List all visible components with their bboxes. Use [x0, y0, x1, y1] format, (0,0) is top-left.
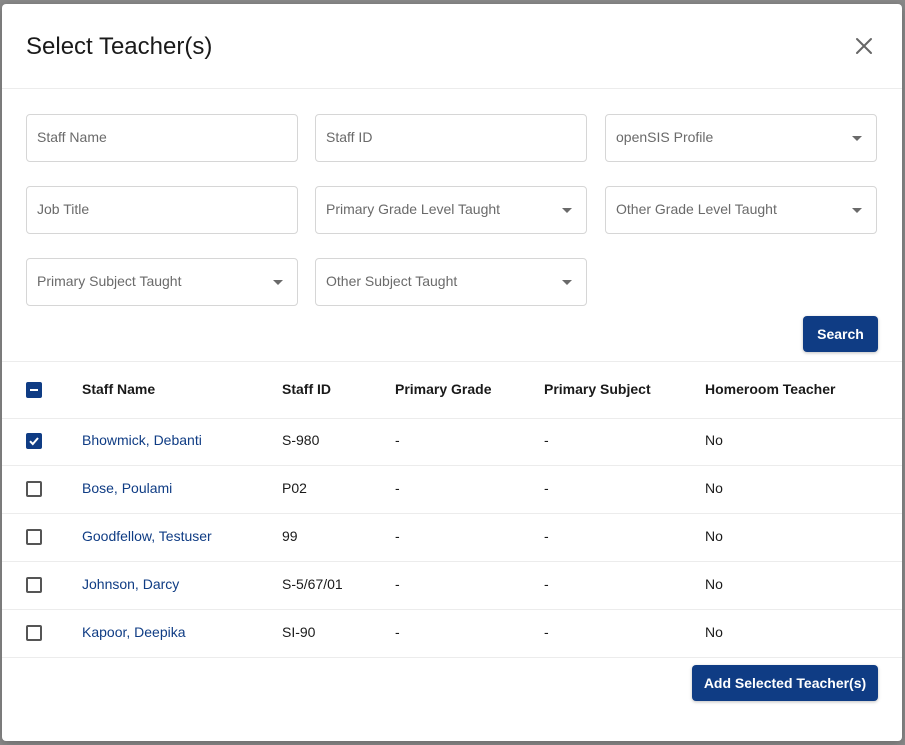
primary-subject-cell: - [544, 624, 549, 640]
primary-grade-cell: - [395, 576, 400, 592]
table-row: Goodfellow, Testuser 99 - - No [2, 513, 902, 562]
job-title-input[interactable]: Job Title [26, 186, 298, 234]
primary-grade-cell: - [395, 432, 400, 448]
primary-subject-cell: - [544, 528, 549, 544]
other-grade-select[interactable]: Other Grade Level Taught [605, 186, 877, 234]
select-teacher-dialog: Select Teacher(s) Staff Name Staff ID op… [2, 4, 902, 741]
homeroom-cell: No [705, 624, 723, 640]
staff-name-link[interactable]: Kapoor, Deepika [82, 624, 186, 640]
staff-name-input[interactable]: Staff Name [26, 114, 298, 162]
search-button[interactable]: Search [803, 316, 878, 352]
column-header-primary-subject[interactable]: Primary Subject [544, 381, 651, 397]
primary-grade-cell: - [395, 624, 400, 640]
row-checkbox[interactable] [26, 529, 42, 545]
other-subject-select[interactable]: Other Subject Taught [315, 258, 587, 306]
staff-name-link[interactable]: Bhowmick, Debanti [82, 432, 202, 448]
job-title-placeholder: Job Title [37, 201, 90, 217]
primary-subject-cell: - [544, 480, 549, 496]
row-checkbox[interactable] [26, 577, 42, 593]
primary-grade-cell: - [395, 480, 400, 496]
staff-id-cell: SI-90 [282, 624, 316, 640]
staff-name-placeholder: Staff Name [37, 129, 107, 145]
add-selected-teachers-button[interactable]: Add Selected Teacher(s) [692, 665, 878, 701]
dropdown-arrow-icon [852, 136, 862, 141]
primary-subject-placeholder: Primary Subject Taught [37, 273, 182, 289]
primary-subject-cell: - [544, 576, 549, 592]
primary-grade-cell: - [395, 528, 400, 544]
dropdown-arrow-icon [273, 280, 283, 285]
dialog-title: Select Teacher(s) [26, 33, 213, 60]
primary-subject-cell: - [544, 432, 549, 448]
other-grade-placeholder: Other Grade Level Taught [616, 201, 777, 217]
row-checkbox[interactable] [26, 625, 42, 641]
checkmark-icon [29, 437, 39, 446]
primary-subject-select[interactable]: Primary Subject Taught [26, 258, 298, 306]
staff-id-cell: P02 [282, 480, 307, 496]
minus-icon [30, 389, 38, 391]
primary-grade-placeholder: Primary Grade Level Taught [326, 201, 501, 217]
staff-name-link[interactable]: Johnson, Darcy [82, 576, 179, 592]
staff-id-input[interactable]: Staff ID [315, 114, 587, 162]
table-row: Bhowmick, Debanti S-980 - - No [2, 417, 902, 466]
staff-name-link[interactable]: Goodfellow, Testuser [82, 528, 212, 544]
dialog-header: Select Teacher(s) [2, 4, 902, 89]
dropdown-arrow-icon [562, 280, 572, 285]
row-checkbox[interactable] [26, 481, 42, 497]
homeroom-cell: No [705, 528, 723, 544]
column-header-staff-name[interactable]: Staff Name [82, 381, 155, 397]
table-row: Kapoor, Deepika SI-90 - - No [2, 609, 902, 658]
table-row: Bose, Poulami P02 - - No [2, 465, 902, 514]
staff-id-cell: S-980 [282, 432, 320, 448]
dropdown-arrow-icon [562, 208, 572, 213]
opensis-profile-select[interactable]: openSIS Profile [605, 114, 877, 162]
staff-id-placeholder: Staff ID [326, 129, 373, 145]
close-icon [856, 38, 872, 54]
column-header-primary-grade[interactable]: Primary Grade [395, 381, 492, 397]
other-subject-placeholder: Other Subject Taught [326, 273, 458, 289]
table-row: Johnson, Darcy S-5/67/01 - - No [2, 561, 902, 610]
column-header-homeroom-teacher[interactable]: Homeroom Teacher [705, 381, 835, 397]
homeroom-cell: No [705, 432, 723, 448]
column-header-staff-id[interactable]: Staff ID [282, 381, 331, 397]
primary-grade-select[interactable]: Primary Grade Level Taught [315, 186, 587, 234]
homeroom-cell: No [705, 576, 723, 592]
staff-name-link[interactable]: Bose, Poulami [82, 480, 172, 496]
row-checkbox[interactable] [26, 433, 42, 449]
homeroom-cell: No [705, 480, 723, 496]
staff-id-cell: S-5/67/01 [282, 576, 343, 592]
close-button[interactable] [852, 34, 876, 58]
select-all-checkbox[interactable] [26, 382, 42, 398]
table-header: Staff Name Staff ID Primary Grade Primar… [2, 361, 902, 419]
staff-id-cell: 99 [282, 528, 298, 544]
opensis-profile-placeholder: openSIS Profile [616, 129, 714, 145]
dropdown-arrow-icon [852, 208, 862, 213]
